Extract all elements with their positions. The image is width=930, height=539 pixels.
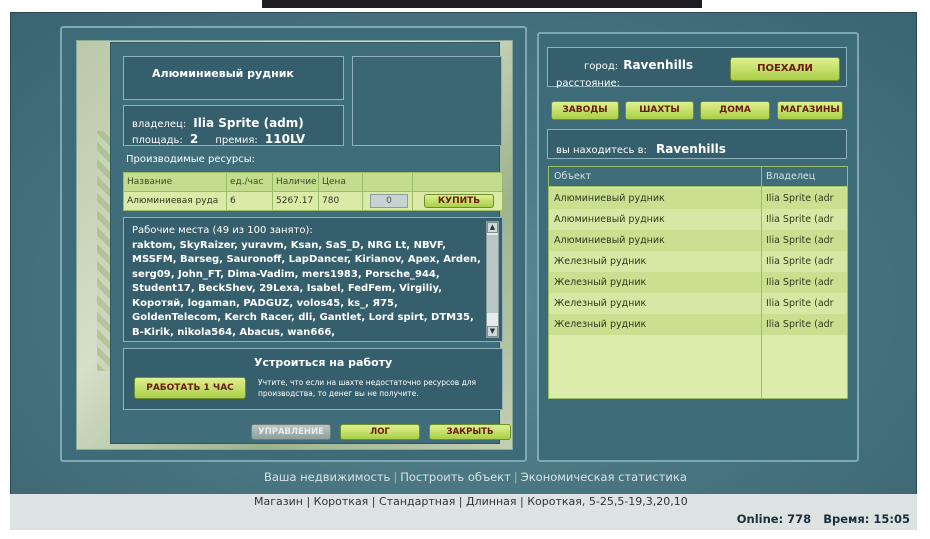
table-row[interactable]: Железный рудник Ilia Sprite (adr (549, 293, 847, 314)
table-row: Алюминиевая руда 6 5267.17 780 0 КУПИТЬ (123, 191, 503, 211)
col-action-header (412, 172, 503, 192)
tab-mines[interactable]: ШАХТЫ (625, 101, 694, 120)
scroll-down-icon[interactable]: ▼ (487, 326, 498, 337)
object-name: Железный рудник (554, 298, 647, 309)
ticker-text: Магазин | Короткая | Стандартная | Длинн… (254, 495, 688, 508)
city-box: город: Ravenhills расстояние: ПОЕХАЛИ (547, 47, 847, 89)
tab-shops[interactable]: МАГАЗИНЫ (777, 101, 843, 120)
table-row[interactable]: Железный рудник Ilia Sprite (adr (549, 272, 847, 293)
building-image (352, 56, 502, 146)
status-bar: Online: 778 Время: 15:05 (737, 512, 910, 526)
footer-links: Ваша недвижимость | Построить объект | Эконо… (264, 470, 687, 484)
job-note: Учтите, что если на шахте недостаточно р… (258, 378, 477, 398)
close-button[interactable]: ЗАКРЫТЬ (429, 424, 511, 440)
resource-name: Алюминиевая руда (123, 191, 227, 211)
distance-label: расстояние: (556, 78, 620, 89)
link-economic-stats[interactable]: Экономическая статистика (521, 470, 687, 484)
resource-price: 780 (318, 191, 363, 211)
link-build-object[interactable]: Построить объект (400, 470, 511, 484)
workers-box: Рабочие места (49 из 100 занято): raktom… (123, 217, 503, 342)
tab-houses[interactable]: ДОМА (700, 101, 770, 120)
object-owner: Ilia Sprite (adr (766, 193, 834, 204)
object-name: Железный рудник (554, 277, 647, 288)
resources-label: Производимые ресурсы: (126, 154, 256, 165)
object-owner: Ilia Sprite (adr (766, 277, 834, 288)
object-owner: Ilia Sprite (adr (766, 214, 834, 225)
scroll-up-icon[interactable]: ▲ (487, 222, 498, 233)
col-object: Объект (554, 171, 592, 182)
resources-header-row: Название ед./час Наличие Цена (123, 172, 503, 192)
object-name: Железный рудник (554, 256, 647, 267)
resource-stock: 5267.17 (272, 191, 319, 211)
building-title: Алюминиевый рудник (152, 67, 294, 80)
quantity-input[interactable]: 0 (370, 194, 408, 208)
table-row[interactable]: Алюминиевый рудник Ilia Sprite (adr (549, 230, 847, 251)
object-name: Алюминиевый рудник (554, 193, 665, 204)
object-name: Железный рудник (554, 319, 647, 330)
workers-scrollbar[interactable]: ▲ ▼ (486, 221, 499, 338)
object-name: Алюминиевый рудник (554, 214, 665, 225)
log-button[interactable]: ЛОГ (340, 424, 420, 440)
area-label: площадь: (132, 135, 183, 146)
tab-factories[interactable]: ЗАВОДЫ (551, 101, 619, 120)
table-row[interactable]: Железный рудник Ilia Sprite (adr (549, 251, 847, 272)
top-bar-strip (262, 0, 702, 8)
col-price: Цена (318, 172, 363, 192)
object-owner: Ilia Sprite (adr (766, 256, 834, 267)
go-button[interactable]: ПОЕХАЛИ (730, 57, 840, 81)
location-box: вы находитесь в: Ravenhills (547, 129, 847, 159)
top-bar (0, 0, 930, 12)
resource-rate: 6 (226, 191, 273, 211)
object-owner: Ilia Sprite (adr (766, 298, 834, 309)
job-title: Устроиться на работу (254, 356, 393, 369)
object-name: Алюминиевый рудник (554, 235, 665, 246)
column-divider (761, 167, 762, 398)
premium-value: 110LV (264, 132, 306, 146)
objects-header: Объект Владелец (549, 167, 847, 187)
col-rate: ед./час (226, 172, 273, 192)
location-value: Ravenhills (656, 142, 726, 156)
city-value: Ravenhills (623, 58, 694, 72)
col-qty-header (362, 172, 413, 192)
online-count: Online: 778 (736, 512, 812, 526)
buy-button[interactable]: КУПИТЬ (424, 194, 494, 208)
workers-header: Рабочие места (49 из 100 занято): (132, 225, 313, 236)
workers-list: raktom, SkyRaizer, yuravm, Ksan, SaS_D, … (132, 239, 481, 338)
link-my-property[interactable]: Ваша недвижимость (264, 470, 390, 484)
table-row[interactable]: Алюминиевый рудник Ilia Sprite (adr (549, 188, 847, 209)
object-owner: Ilia Sprite (adr (766, 235, 834, 246)
area-value: 2 (189, 132, 199, 146)
owner-box: владелец: Ilia Sprite (adm) площадь: 2 п… (123, 105, 344, 146)
table-row[interactable]: Железный рудник Ilia Sprite (adr (549, 314, 847, 335)
manage-button[interactable]: УПРАВЛЕНИЕ (251, 424, 331, 440)
building-title-box: Алюминиевый рудник (123, 56, 344, 100)
game-screen: Алюминиевый рудник владелец: Ilia Sprite… (0, 0, 930, 539)
table-row[interactable]: Алюминиевый рудник Ilia Sprite (adr (549, 209, 847, 230)
scroll-thumb[interactable] (487, 235, 498, 313)
object-owner: Ilia Sprite (adr (766, 319, 834, 330)
premium-label: премия: (215, 135, 258, 146)
col-name: Название (123, 172, 227, 192)
job-box: Устроиться на работу РАБОТАТЬ 1 ЧАС Учти… (123, 348, 503, 410)
objects-table: Объект Владелец Алюминиевый рудник Ilia … (548, 166, 848, 399)
location-label: вы находитесь в: (556, 145, 647, 156)
col-stock: Наличие (272, 172, 319, 192)
resources-table: Название ед./час Наличие Цена Алюминиева… (123, 172, 503, 211)
col-owner: Владелец (766, 171, 816, 182)
work-button[interactable]: РАБОТАТЬ 1 ЧАС (134, 377, 246, 399)
clock: Время: 15:05 (823, 512, 910, 526)
